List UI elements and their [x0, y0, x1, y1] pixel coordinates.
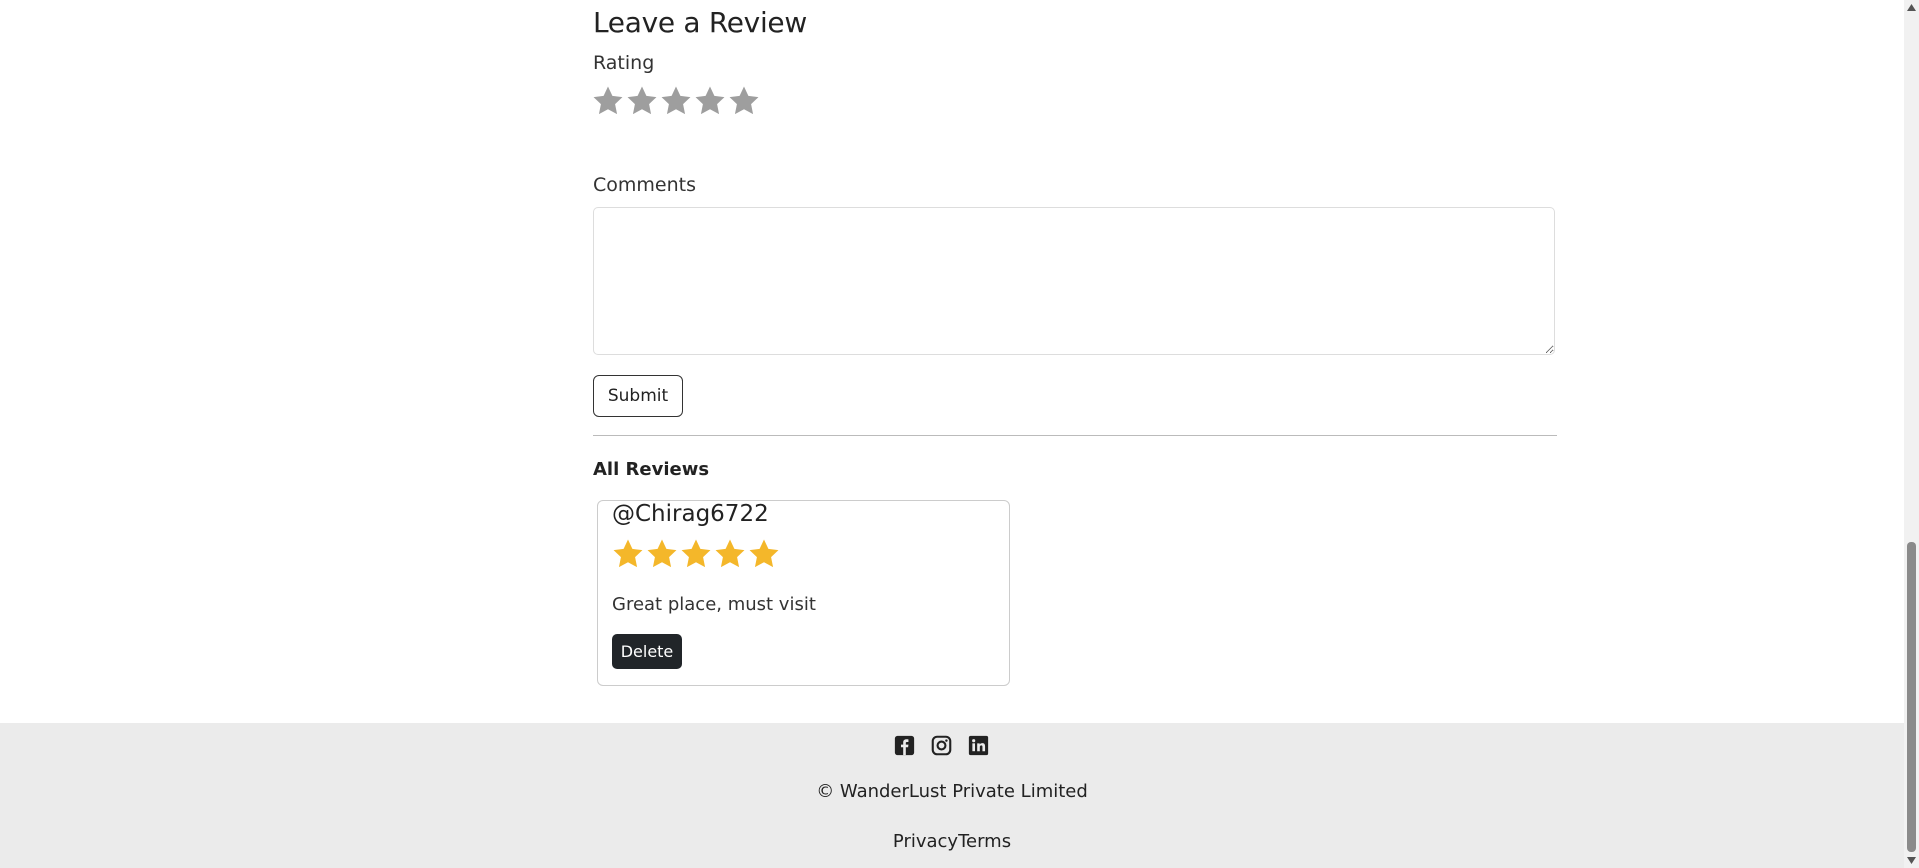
- facebook-icon[interactable]: [894, 735, 915, 756]
- social-links: [894, 735, 989, 756]
- review-card: @Chirag6722 Great place, must visit Dele…: [597, 500, 1010, 686]
- star-filled-icon: [611, 537, 645, 571]
- footer-links: PrivacyTerms: [0, 831, 1904, 852]
- star-filled-icon: [679, 537, 713, 571]
- comments-label: Comments: [593, 174, 696, 196]
- copyright-text: © WanderLust Private Limited: [816, 781, 1088, 802]
- review-comment: Great place, must visit: [612, 594, 816, 615]
- privacy-link[interactable]: Privacy: [893, 831, 958, 852]
- scroll-down-icon[interactable]: [1904, 853, 1919, 868]
- star-filled-icon: [747, 537, 781, 571]
- divider: [593, 435, 1557, 436]
- review-author: @Chirag6722: [612, 501, 769, 527]
- star-filled-icon: [713, 537, 747, 571]
- star-1-icon[interactable]: [591, 84, 625, 118]
- scroll-up-icon[interactable]: [1904, 0, 1919, 15]
- all-reviews-heading: All Reviews: [593, 459, 710, 480]
- comments-textarea[interactable]: [593, 207, 1555, 355]
- linkedin-icon[interactable]: [968, 735, 989, 756]
- page: Leave a Review Rating Comments Submit Al…: [0, 0, 1919, 868]
- star-filled-icon: [645, 537, 679, 571]
- rating-input[interactable]: [591, 84, 761, 118]
- scrollbar-thumb[interactable]: [1907, 542, 1916, 852]
- footer: © WanderLust Private Limited PrivacyTerm…: [0, 723, 1904, 868]
- delete-review-button[interactable]: Delete: [612, 634, 682, 669]
- terms-link[interactable]: Terms: [958, 831, 1011, 852]
- star-5-icon[interactable]: [727, 84, 761, 118]
- instagram-icon[interactable]: [931, 735, 952, 756]
- review-form-title: Leave a Review: [593, 6, 807, 39]
- star-2-icon[interactable]: [625, 84, 659, 118]
- scrollbar[interactable]: [1904, 0, 1919, 868]
- submit-button[interactable]: Submit: [593, 375, 683, 417]
- star-3-icon[interactable]: [659, 84, 693, 118]
- rating-label: Rating: [593, 52, 655, 74]
- star-4-icon[interactable]: [693, 84, 727, 118]
- review-rating: [611, 537, 781, 571]
